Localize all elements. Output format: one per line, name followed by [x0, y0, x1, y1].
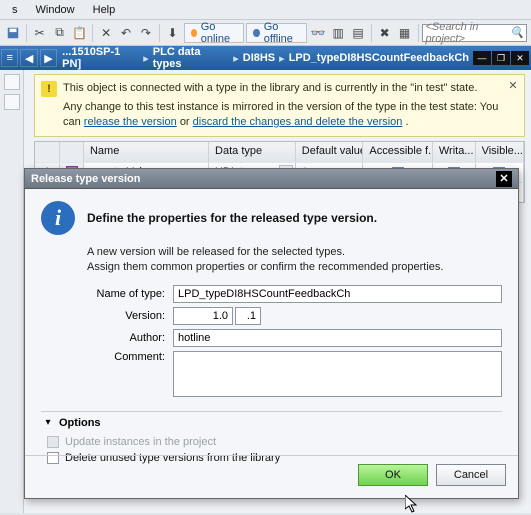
nav-back-icon[interactable]: ◀: [20, 49, 37, 67]
warning-mid: or: [180, 116, 193, 128]
tool-monitor-icon[interactable]: 👓: [309, 22, 327, 44]
dialog-close-icon[interactable]: ✕: [496, 171, 512, 187]
toolstrip-btn-2[interactable]: [4, 94, 20, 110]
warning-icon: !: [41, 81, 57, 97]
tool-delete-icon[interactable]: ✕: [97, 22, 115, 44]
go-online-button[interactable]: Go online: [184, 23, 245, 43]
comment-field[interactable]: [173, 351, 502, 397]
col-writable[interactable]: Writa...: [433, 142, 476, 162]
window-minimize-icon[interactable]: —: [473, 51, 491, 65]
warning-banner: ! ✕ This object is connected with a type…: [34, 74, 525, 137]
grid-header: Name Data type Default value Accessible …: [35, 142, 524, 162]
label-version: Version:: [87, 310, 173, 322]
search-icon: 🔍: [510, 26, 524, 39]
checkbox-update-instances: [47, 436, 59, 448]
go-offline-label: Go offline: [264, 21, 301, 45]
name-of-type-field[interactable]: [173, 285, 502, 303]
tool-undo-icon[interactable]: ↶: [117, 22, 135, 44]
tool-download-icon[interactable]: ⬇: [164, 22, 182, 44]
cancel-button[interactable]: Cancel: [436, 464, 506, 486]
option-update-instances: Update instances in the project: [47, 434, 496, 450]
options-title: Options: [59, 417, 101, 429]
go-offline-button[interactable]: Go offline: [246, 23, 307, 43]
label-name: Name of type:: [87, 288, 173, 300]
left-toolstrip: [0, 70, 24, 513]
window-restore-icon[interactable]: ❐: [492, 51, 510, 65]
col-visible[interactable]: Visible...: [476, 142, 524, 162]
col-type[interactable]: Data type: [209, 142, 296, 162]
tool-extra2-icon[interactable]: ▤: [349, 22, 367, 44]
tool-save-icon[interactable]: [4, 22, 22, 44]
nav-fwd-icon[interactable]: ▶: [40, 49, 57, 67]
toolstrip-btn-1[interactable]: [4, 74, 20, 90]
link-release-version[interactable]: release the version: [84, 116, 177, 128]
warning-end: .: [405, 116, 408, 128]
tool-redo-icon[interactable]: ↷: [137, 22, 155, 44]
menu-item-help[interactable]: Help: [85, 2, 124, 18]
chevron-down-icon: ▾: [41, 416, 55, 430]
tool-paste-icon[interactable]: 📋: [70, 22, 88, 44]
info-icon: i: [41, 201, 75, 235]
menu-item-window[interactable]: Window: [28, 2, 83, 18]
menu-item-s[interactable]: s: [4, 2, 26, 18]
crumb-type[interactable]: LPD_typeDI8HSCountFeedbackCh: [285, 52, 473, 64]
tool-grid-icon[interactable]: ▦: [396, 22, 414, 44]
version-minor-field[interactable]: [235, 307, 261, 325]
tool-cut-icon[interactable]: ✂: [31, 22, 49, 44]
crumb-device[interactable]: ...1510SP-1 PN]: [58, 46, 143, 70]
main-toolbar: ✂ ⧉ 📋 ✕ ↶ ↷ ⬇ Go online Go offline 👓 ▥ ▤…: [0, 20, 531, 46]
link-discard-changes[interactable]: discard the changes and delete the versi…: [193, 116, 403, 128]
warning-line1: This object is connected with a type in …: [63, 81, 516, 96]
tool-cross-icon[interactable]: ✖: [376, 22, 394, 44]
search-placeholder: <Search in project>: [425, 21, 510, 45]
label-author: Author:: [87, 332, 173, 344]
go-online-label: Go online: [201, 21, 238, 45]
dialog-heading: Define the properties for the released t…: [87, 211, 377, 225]
label-comment: Comment:: [87, 351, 173, 363]
version-major-field[interactable]: [173, 307, 233, 325]
crumb-plc-data-types[interactable]: PLC data types: [149, 46, 233, 70]
ok-button[interactable]: OK: [358, 464, 428, 486]
options-section-header[interactable]: ▾ Options: [41, 411, 502, 430]
dialog-title-text: Release type version: [31, 173, 140, 185]
search-input[interactable]: <Search in project> 🔍: [422, 24, 527, 42]
col-default[interactable]: Default value: [296, 142, 364, 162]
author-field[interactable]: [173, 329, 502, 347]
breadcrumb-bar: ≡ ◀ ▶ ...1510SP-1 PN]▸ PLC data types▸ D…: [0, 46, 531, 70]
dialog-sub2: Assign them common properties or confirm…: [87, 260, 502, 275]
tool-extra1-icon[interactable]: ▥: [329, 22, 347, 44]
tool-copy-icon[interactable]: ⧉: [51, 22, 69, 44]
nav-menu-icon[interactable]: ≡: [1, 49, 18, 67]
window-close-icon[interactable]: ✕: [511, 51, 529, 65]
col-accessible[interactable]: Accessible f...: [363, 142, 433, 162]
menu-bar: s Window Help: [0, 0, 531, 20]
release-type-dialog: Release type version ✕ i Define the prop…: [24, 168, 519, 499]
dialog-titlebar[interactable]: Release type version ✕: [25, 169, 518, 189]
dialog-sub1: A new version will be released for the s…: [87, 245, 502, 260]
col-name[interactable]: Name: [84, 142, 209, 162]
crumb-di8hs[interactable]: DI8HS: [239, 52, 279, 64]
warning-close-icon[interactable]: ✕: [506, 79, 520, 93]
